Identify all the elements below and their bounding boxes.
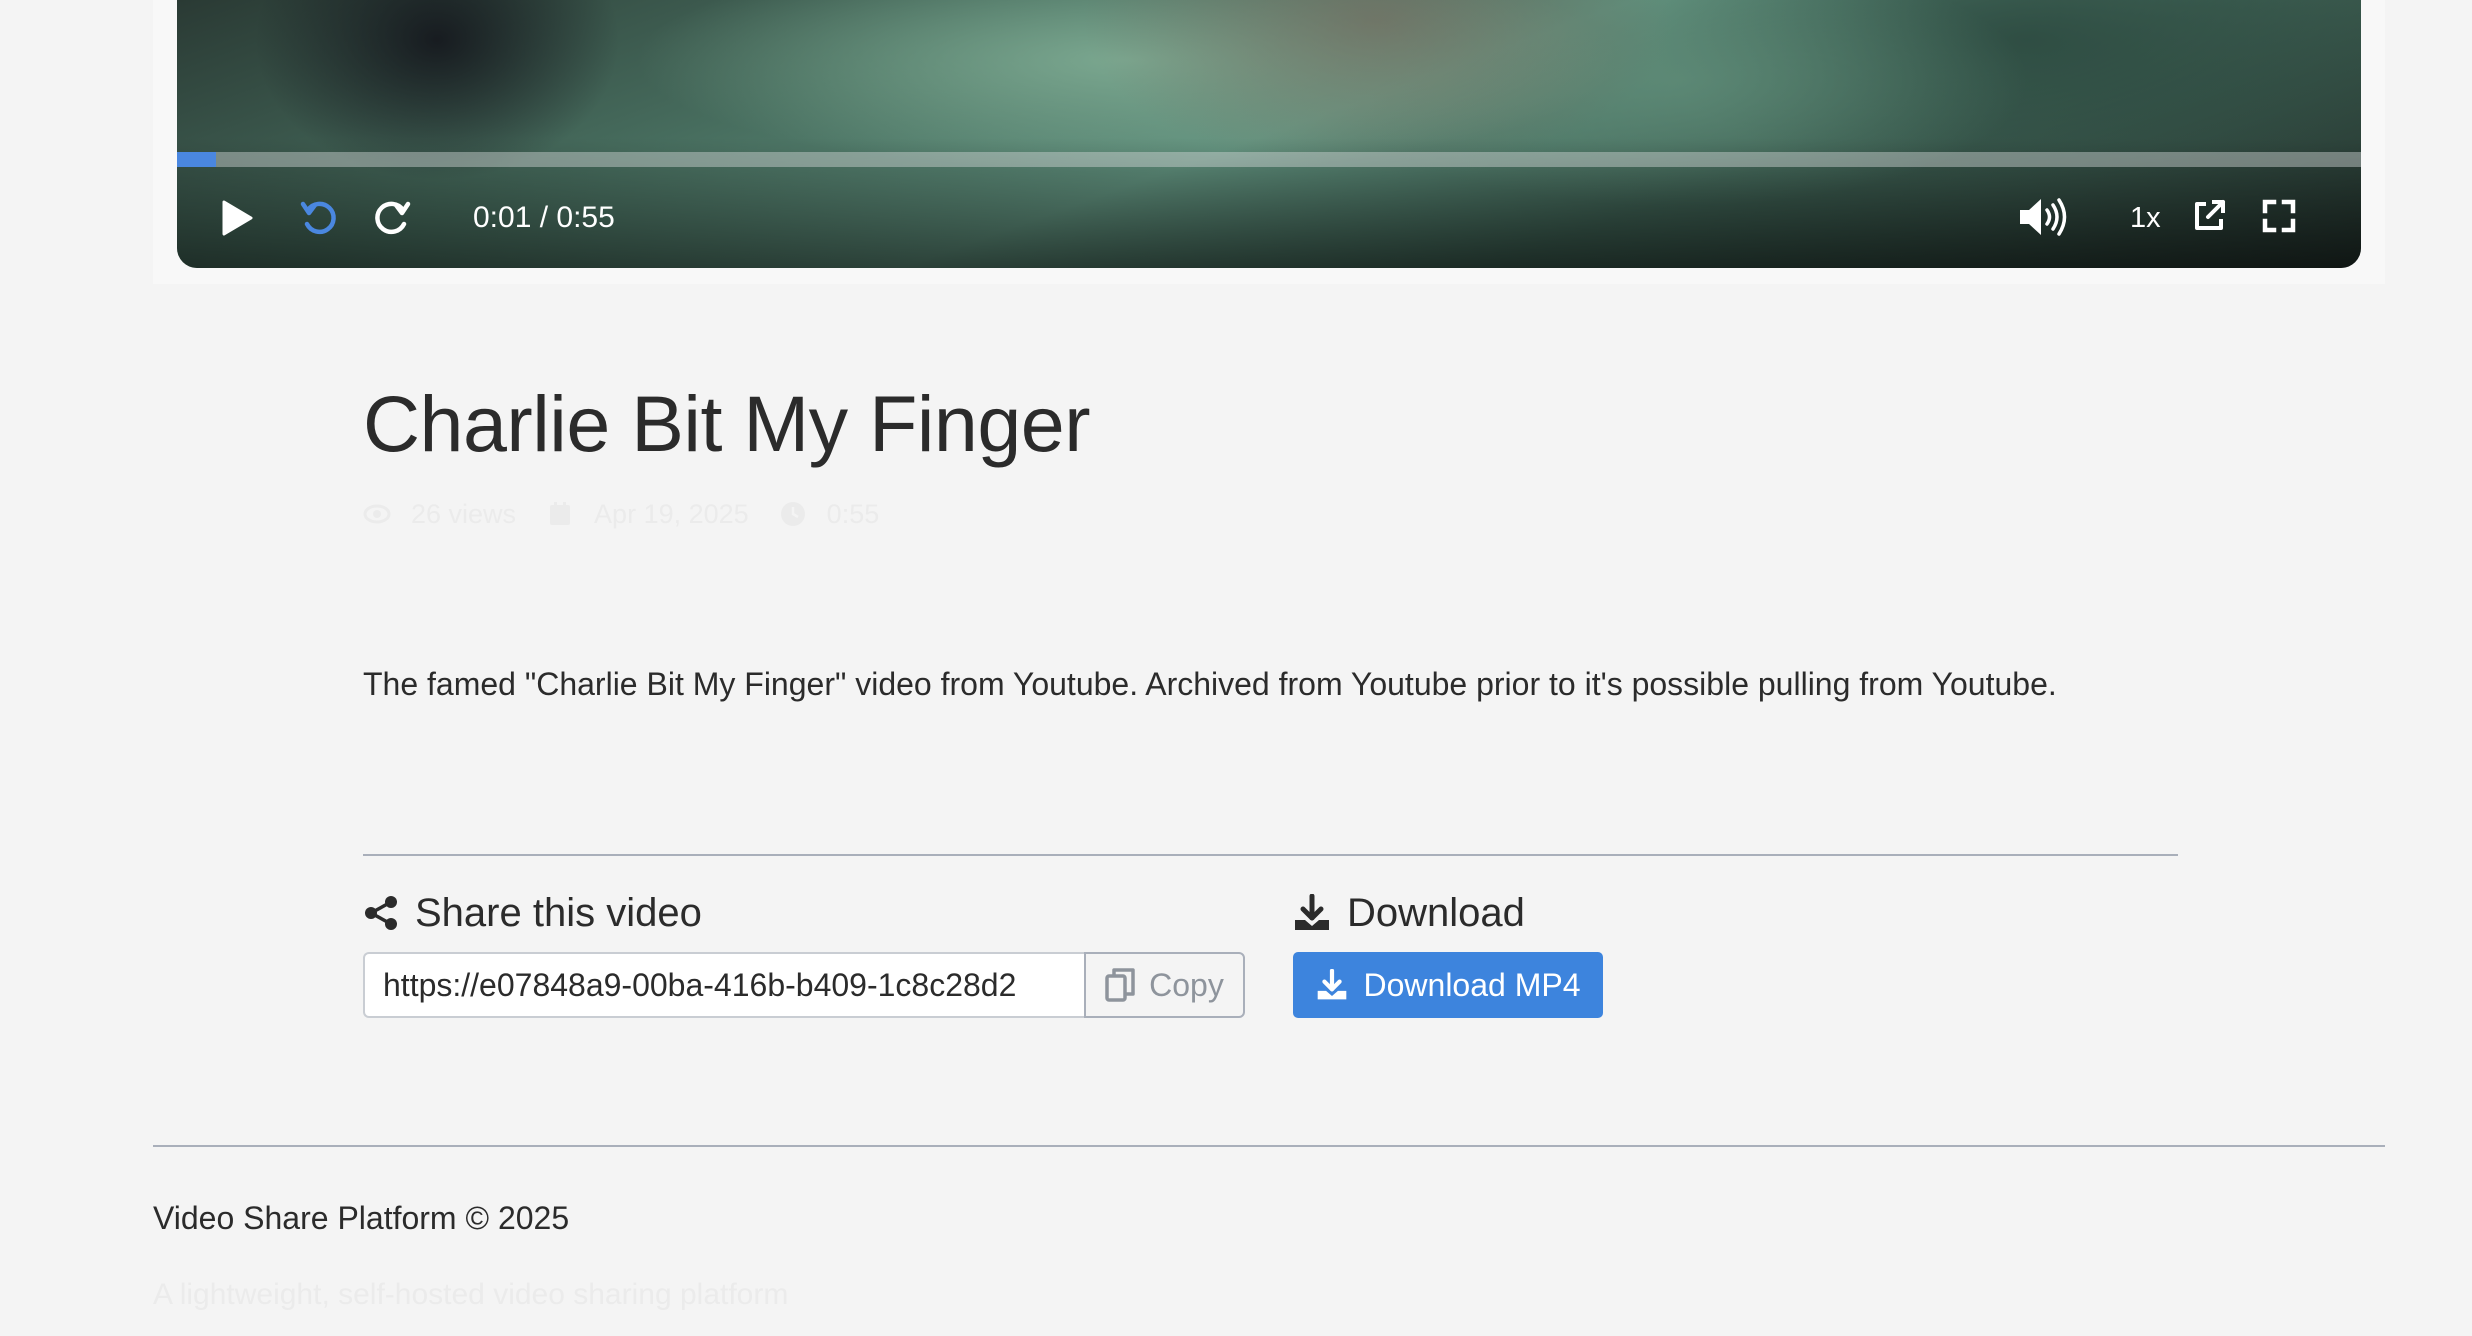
section-divider <box>363 854 2178 856</box>
download-mp4-button[interactable]: Download MP4 <box>1293 952 1603 1018</box>
calendar-icon <box>550 502 571 525</box>
share-heading: Share this video <box>363 888 702 938</box>
rewind-icon <box>300 201 336 235</box>
views-count: 26 views <box>363 499 516 530</box>
download-icon <box>1295 894 1329 930</box>
copy-button[interactable]: Copy <box>1084 952 1245 1018</box>
upload-date: Apr 19, 2025 <box>546 499 749 530</box>
copy-icon <box>1105 968 1135 1002</box>
rewind-button[interactable] <box>297 196 341 240</box>
video-player[interactable]: 0:01 / 0:55 1x <box>177 0 2361 268</box>
volume-icon <box>2020 198 2067 236</box>
clock-icon <box>780 502 805 526</box>
share-url-input[interactable] <box>363 952 1084 1018</box>
footer-tagline: A lightweight, self-hosted video sharing… <box>153 1278 789 1311</box>
playback-speed-button[interactable]: 1x <box>2130 198 2161 238</box>
footer-divider <box>153 1145 2385 1147</box>
download-heading: Download <box>1293 888 1525 938</box>
time-display: 0:01 / 0:55 <box>473 201 615 234</box>
video-title: Charlie Bit My Finger <box>363 379 1091 468</box>
popout-button[interactable] <box>2189 196 2229 236</box>
external-link-icon <box>2195 200 2225 230</box>
footer-copyright: Video Share Platform © 2025 <box>153 1200 570 1236</box>
download-icon <box>1317 969 1346 1000</box>
play-icon <box>222 200 253 236</box>
video-duration: 0:55 <box>779 499 879 530</box>
play-button[interactable] <box>215 196 259 240</box>
video-player-container: 0:01 / 0:55 1x <box>153 0 2385 284</box>
fullscreen-icon <box>2262 199 2296 233</box>
forward-icon <box>375 201 411 235</box>
video-meta: 26 views Apr 19, 2025 0:55 <box>363 496 909 532</box>
volume-button[interactable] <box>2017 194 2069 240</box>
fullscreen-button[interactable] <box>2259 196 2299 236</box>
forward-button[interactable] <box>370 196 414 240</box>
progress-bar[interactable] <box>177 152 2361 167</box>
share-link-group: Copy <box>363 952 1245 1018</box>
eye-icon <box>363 504 391 524</box>
progress-bar-fill <box>177 152 217 167</box>
video-description: The famed "Charlie Bit My Finger" video … <box>363 666 2057 702</box>
share-icon <box>365 896 397 930</box>
